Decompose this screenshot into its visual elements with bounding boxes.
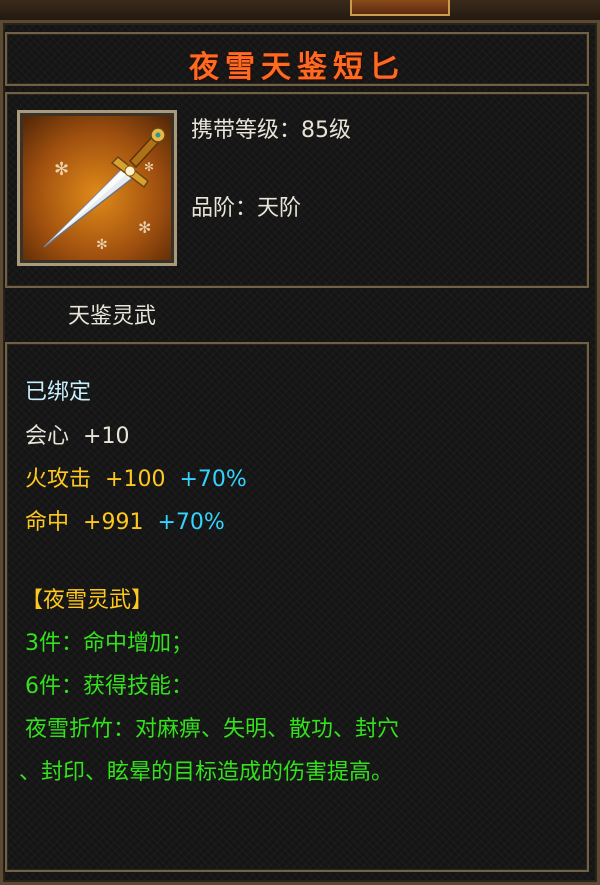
- stat-label: 火攻击: [25, 467, 92, 492]
- top-frame-ornament: [350, 0, 450, 16]
- stat-label: 命中: [25, 510, 70, 535]
- item-tooltip: 夜雪天鉴短匕 ✻ ✻ ✻ ✻ 携带等级：85级 品阶：天阶 天鉴灵武 已绑定 会…: [0, 0, 600, 885]
- set-bonus-six: 6件：获得技能：: [25, 674, 193, 699]
- stat-value: +10: [83, 424, 130, 449]
- stat-crit: 会心 +10: [25, 418, 129, 450]
- title-panel: 夜雪天鉴短匕: [5, 32, 589, 86]
- stat-label: 会心: [25, 424, 70, 449]
- item-series: 天鉴灵武: [68, 304, 157, 329]
- level-requirement: 携带等级：85级: [191, 118, 351, 143]
- svg-text:✻: ✻: [144, 160, 154, 174]
- dagger-icon: ✻ ✻ ✻ ✻: [17, 110, 177, 266]
- stats-panel: 已绑定 会心 +10 火攻击 +100 +70% 命中 +991 +70% 【夜雪灵武】 …: [5, 342, 589, 872]
- stat-value: +991: [83, 510, 144, 535]
- top-frame-strip: [0, 0, 600, 22]
- item-name: 夜雪天鉴短匕: [189, 50, 405, 85]
- set-name: 【夜雪灵武】: [21, 588, 154, 613]
- set-skill-line-1: 夜雪折竹：对麻痹、失明、散功、封穴: [25, 717, 400, 742]
- set-bonus-three: 3件：命中增加；: [25, 631, 193, 656]
- stat-fire-attack: 火攻击 +100 +70%: [25, 461, 247, 493]
- set-skill-line-2: 、封印、眩晕的目标造成的伤害提高。: [19, 760, 394, 785]
- stat-bonus: +70%: [157, 510, 225, 535]
- svg-text:✻: ✻: [96, 237, 108, 253]
- svg-text:✻: ✻: [138, 218, 151, 237]
- svg-text:✻: ✻: [54, 159, 69, 180]
- stat-bonus: +70%: [179, 467, 247, 492]
- item-rank: 品阶：天阶: [191, 196, 302, 221]
- bound-status: 已绑定: [25, 380, 92, 405]
- stat-accuracy: 命中 +991 +70%: [25, 504, 225, 536]
- item-header-panel: ✻ ✻ ✻ ✻ 携带等级：85级 品阶：天阶: [5, 92, 589, 288]
- stat-value: +100: [105, 467, 166, 492]
